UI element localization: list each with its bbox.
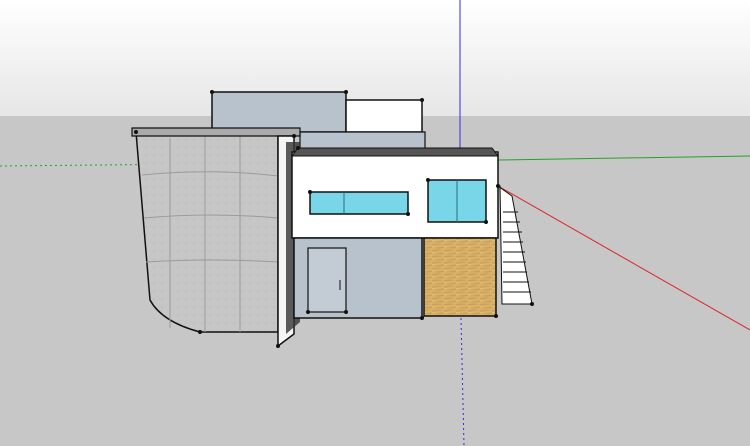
ribbon-window[interactable]: [309, 191, 409, 215]
model-scene[interactable]: [0, 0, 750, 446]
wood-panel[interactable]: [423, 237, 497, 317]
sky: [0, 0, 750, 116]
sketchup-viewport[interactable]: [0, 0, 750, 446]
upper-block-side[interactable]: [299, 131, 426, 151]
roof-slab[interactable]: [291, 147, 499, 157]
wall-cap[interactable]: [131, 127, 301, 137]
concrete-curved-wall[interactable]: [135, 131, 279, 333]
upper-block-right[interactable]: [345, 99, 423, 133]
upper-block-left[interactable]: [211, 91, 347, 133]
